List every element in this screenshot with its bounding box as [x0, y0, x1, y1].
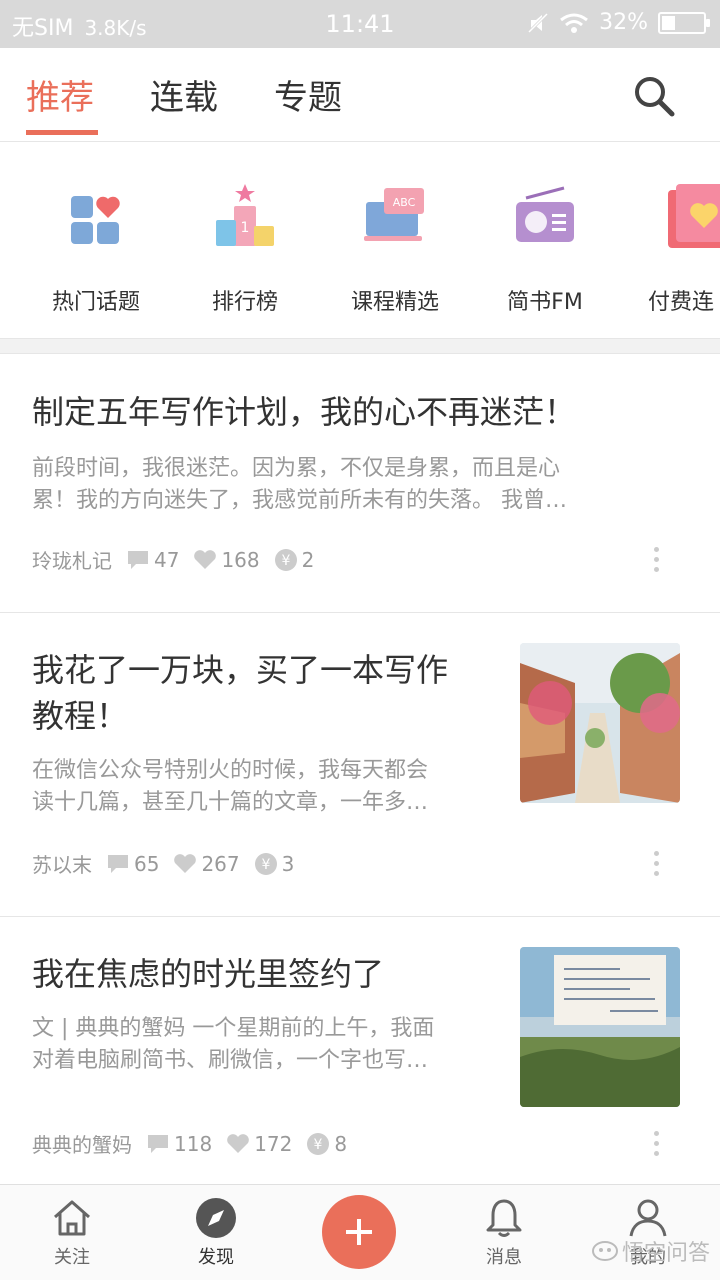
heart-card-icon — [668, 184, 720, 248]
abstract-line: 读十几篇，甚至几十篇的文章，一年多… — [32, 790, 429, 815]
title-line: 教程！ — [32, 697, 129, 735]
abstract-line: 文 | 典典的蟹妈 一个星期前的上午，我面 — [32, 1016, 435, 1041]
author-name[interactable]: 玲珑札记 — [32, 545, 112, 574]
comment-count: 65 — [134, 851, 160, 876]
reward-count: 3 — [281, 851, 295, 876]
grid-heart-icon — [71, 196, 120, 244]
category-row: 热门话题 1 排行榜 ABC 课程精选 简书FM 付费连 — [0, 142, 720, 338]
wukong-logo-icon — [591, 1241, 618, 1261]
category-label: 热门话题 — [51, 290, 140, 315]
search-icon[interactable] — [632, 74, 676, 118]
radio-icon — [516, 186, 574, 242]
article-title[interactable]: 制定五年写作计划，我的心不再迷茫！ — [32, 389, 576, 435]
like-count: 267 — [201, 851, 240, 876]
bottom-nav-bar: 关注 发现 消息 我的 悟空问答 — [0, 1184, 720, 1280]
abc-board-icon: ABC — [364, 188, 424, 241]
nav-label: 关注 — [54, 1247, 90, 1268]
comment-count: 47 — [154, 547, 180, 572]
plus-icon — [346, 1219, 372, 1245]
article-abstract: 文 | 典典的蟹妈 一个星期前的上午，我面 对着电脑刷简书、刷微信，一个字也写… — [32, 1013, 434, 1077]
top-tab-bar: 推荐 连载 专题 — [0, 48, 720, 142]
category-label: 排行榜 — [211, 290, 278, 315]
home-icon — [54, 1200, 90, 1236]
abstract-line: 累！我的方向迷失了，我感觉前所未有的失落。 我曾… — [32, 488, 567, 513]
article-thumbnail[interactable] — [520, 643, 680, 803]
more-options-icon[interactable] — [654, 547, 660, 577]
article-abstract: 在微信公众号特别火的时候，我每天都会 读十几篇，甚至几十篇的文章，一年多… — [32, 755, 428, 819]
like-icon — [227, 1133, 250, 1153]
category-label: 课程精选 — [350, 290, 439, 315]
abstract-line: 前段时间，我很迷茫。因为累，不仅是身累，而且是心 — [32, 456, 561, 481]
category-ranking[interactable]: 1 排行榜 — [170, 182, 320, 316]
bell-icon — [486, 1199, 522, 1237]
svg-text:ABC: ABC — [393, 196, 416, 209]
battery-percent: 32% — [599, 10, 648, 35]
article-card[interactable]: 制定五年写作计划，我的心不再迷茫！ 前段时间，我很迷茫。因为累，不仅是身累，而且… — [0, 355, 720, 613]
svg-text:¥: ¥ — [281, 553, 290, 569]
more-options-icon[interactable] — [654, 1131, 660, 1161]
comment-icon — [108, 854, 128, 873]
comment-count: 118 — [174, 1131, 213, 1156]
nav-messages[interactable]: 消息 — [454, 1197, 554, 1269]
article-abstract: 前段时间，我很迷茫。因为累，不仅是身累，而且是心 累！我的方向迷失了，我感觉前所… — [32, 453, 567, 517]
status-bar: 无SIM 3.8K/s 11:41 32% — [0, 0, 720, 48]
article-card[interactable]: 我花了一万块，买了一本写作 教程！ 在微信公众号特别火的时候，我每天都会 读十几… — [0, 613, 720, 917]
section-divider — [0, 338, 720, 354]
svg-text:¥: ¥ — [261, 857, 270, 873]
wifi-icon — [560, 13, 589, 33]
category-courses[interactable]: ABC 课程精选 — [320, 182, 470, 316]
nav-discover[interactable]: 发现 — [166, 1197, 266, 1269]
battery-icon — [658, 11, 710, 34]
reward-count: 8 — [334, 1131, 348, 1156]
write-article-button[interactable] — [322, 1195, 396, 1269]
reward-icon: ¥ — [307, 1132, 330, 1155]
like-count: 172 — [254, 1131, 293, 1156]
watermark: 悟空问答 — [591, 1235, 710, 1267]
article-meta: 玲珑札记 47 168 ¥2 — [32, 545, 320, 574]
more-options-icon[interactable] — [654, 851, 660, 881]
mute-icon — [528, 12, 549, 33]
title-line: 我花了一万块，买了一本写作 — [32, 651, 449, 689]
watermark-text: 悟空问答 — [621, 1241, 710, 1266]
article-meta: 典典的蟹妈 118 172 ¥8 — [32, 1129, 353, 1158]
category-label: 简书FM — [507, 290, 583, 315]
comment-icon — [148, 1134, 168, 1153]
svg-text:¥: ¥ — [314, 1137, 323, 1153]
article-title[interactable]: 我在焦虑的时光里签约了 — [32, 951, 384, 997]
nav-label: 发现 — [198, 1247, 234, 1268]
article-meta: 苏以末 65 267 ¥3 — [32, 849, 300, 878]
nav-follow[interactable]: 关注 — [22, 1197, 122, 1269]
like-icon — [194, 549, 217, 569]
reward-icon: ¥ — [274, 548, 297, 571]
category-label: 付费连 — [648, 290, 715, 315]
abstract-line: 在微信公众号特别火的时候，我每天都会 — [32, 758, 429, 783]
status-right: 32% — [527, 10, 710, 35]
category-hot-topics[interactable]: 热门话题 — [21, 182, 171, 316]
compass-icon — [196, 1198, 236, 1238]
article-thumbnail[interactable] — [520, 947, 680, 1107]
active-tab-indicator — [26, 130, 98, 135]
tab-recommend[interactable]: 推荐 — [26, 70, 94, 119]
abstract-line: 对着电脑刷简书、刷微信，一个字也写… — [32, 1048, 429, 1073]
category-fm[interactable]: 简书FM — [470, 182, 620, 316]
reward-count: 2 — [301, 547, 315, 572]
author-name[interactable]: 典典的蟹妈 — [32, 1129, 132, 1158]
category-paid-serial[interactable]: 付费连 — [620, 182, 720, 316]
podium-icon: 1 — [216, 184, 274, 246]
like-count: 168 — [221, 547, 260, 572]
battery-level — [662, 15, 675, 30]
user-icon — [629, 1199, 667, 1237]
nav-label: 消息 — [486, 1247, 522, 1268]
author-name[interactable]: 苏以末 — [32, 849, 92, 878]
like-icon — [174, 853, 197, 873]
svg-text:1: 1 — [241, 220, 250, 236]
tab-serial[interactable]: 连载 — [150, 70, 218, 119]
article-card[interactable]: 我在焦虑的时光里签约了 文 | 典典的蟹妈 一个星期前的上午，我面 对着电脑刷简… — [0, 917, 720, 1184]
comment-icon — [128, 550, 148, 569]
reward-icon: ¥ — [254, 852, 277, 875]
tab-topics[interactable]: 专题 — [274, 70, 342, 119]
article-title[interactable]: 我花了一万块，买了一本写作 教程！ — [32, 647, 448, 739]
